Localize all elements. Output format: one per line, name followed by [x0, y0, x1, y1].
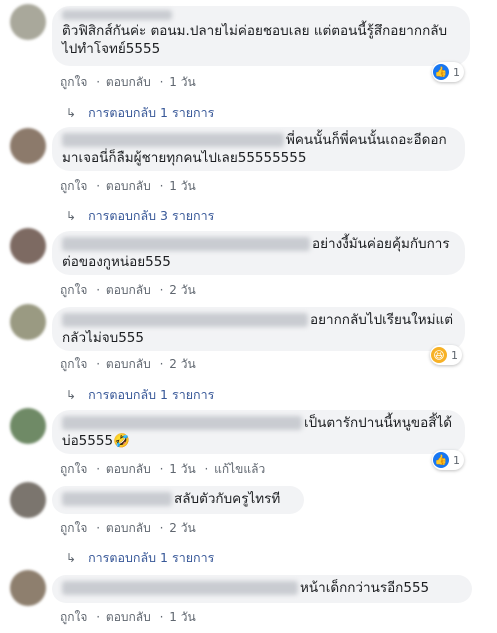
view-replies-link[interactable]: ↳ การตอบกลับ 1 รายการ: [66, 103, 214, 123]
commenter-name[interactable]: [62, 133, 284, 147]
separator: ·: [159, 521, 164, 535]
comment-bubble: หน้าเด็กกว่านรอีก555: [52, 575, 472, 603]
commenter-name[interactable]: [62, 581, 298, 595]
comment-text: อย่างงี้มันค่อยคุ้มกับการต่อของกูหน่อย55…: [62, 236, 450, 270]
avatar[interactable]: [10, 128, 46, 164]
reply-button[interactable]: ตอบกลับ: [106, 75, 151, 89]
comment-text: หน้าเด็กกว่านรอีก555: [62, 579, 460, 597]
avatar[interactable]: [10, 4, 46, 40]
separator: ·: [96, 610, 101, 624]
like-button[interactable]: ถูกใจ: [60, 179, 87, 193]
comment-text: ติวฟิสิกส์กันค่ะ ตอนม.ปลายไม่ค่อยชอบเลย …: [62, 23, 448, 57]
comment-actions: ถูกใจ · ตอบกลับ · 1 วัน: [60, 177, 199, 196]
separator: ·: [159, 283, 164, 297]
commenter-name[interactable]: [62, 237, 310, 251]
reply-button[interactable]: ตอบกลับ: [106, 462, 151, 476]
reply-button[interactable]: ตอบกลับ: [106, 521, 151, 535]
reply-arrow-icon: ↳: [66, 209, 77, 223]
reply-arrow-icon: ↳: [66, 388, 77, 402]
comment-bubble: เป็นตารักปานนี้หนูขอสิ้ได้บ่อ5555🤣: [52, 410, 465, 454]
comment-bubble: อย่างงี้มันค่อยคุ้มกับการต่อของกูหน่อย55…: [52, 231, 465, 275]
reaction-badge[interactable]: 👍 1: [432, 450, 464, 470]
view-replies-link[interactable]: ↳ การตอบกลับ 3 รายการ: [66, 206, 214, 226]
timestamp[interactable]: 1 วัน: [169, 462, 195, 476]
comment-bubble: สลับตัวกับครูไทรที: [52, 486, 304, 514]
commenter-name[interactable]: [62, 492, 172, 506]
avatar[interactable]: [10, 408, 46, 444]
reaction-count: 1: [453, 65, 460, 79]
like-reaction-icon: 👍: [433, 64, 449, 80]
reply-button[interactable]: ตอบกลับ: [106, 283, 151, 297]
comment-bubble: อยากกลับไปเรียนใหม่แต่กลัวไม่จบ555: [52, 307, 465, 351]
comment-actions: ถูกใจ · ตอบกลับ · 2 วัน: [60, 519, 199, 538]
like-button[interactable]: ถูกใจ: [60, 462, 87, 476]
avatar[interactable]: [10, 570, 46, 606]
separator: ·: [96, 521, 101, 535]
separator: ·: [96, 357, 101, 371]
like-button[interactable]: ถูกใจ: [60, 610, 87, 624]
timestamp[interactable]: 2 วัน: [169, 521, 195, 535]
commenter-name[interactable]: [62, 313, 308, 327]
timestamp[interactable]: 2 วัน: [169, 357, 195, 371]
separator: ·: [159, 610, 164, 624]
edited-label[interactable]: แก้ไขแล้ว: [214, 462, 265, 476]
comment-bubble: ติวฟิสิกส์กันค่ะ ตอนม.ปลายไม่ค่อยชอบเลย …: [52, 6, 470, 66]
separator: ·: [96, 283, 101, 297]
view-replies-link[interactable]: ↳ การตอบกลับ 1 รายการ: [66, 385, 214, 405]
reaction-count: 1: [453, 453, 460, 467]
comment-text: สลับตัวกับครูไทรที: [62, 490, 292, 508]
comment-text: เป็นตารักปานนี้หนูขอสิ้ได้บ่อ5555🤣: [62, 415, 453, 449]
replies-count-label: การตอบกลับ 1 รายการ: [88, 105, 215, 120]
separator: ·: [96, 75, 101, 89]
like-button[interactable]: ถูกใจ: [60, 75, 87, 89]
timestamp[interactable]: 1 วัน: [169, 179, 195, 193]
comment-actions: ถูกใจ · ตอบกลับ · 2 วัน: [60, 355, 199, 374]
comment-actions: ถูกใจ · ตอบกลับ · 1 วัน: [60, 608, 199, 627]
reply-arrow-icon: ↳: [66, 551, 77, 565]
reply-arrow-icon: ↳: [66, 106, 77, 120]
separator: ·: [159, 462, 164, 476]
commenter-name[interactable]: [62, 416, 302, 430]
haha-reaction-icon: 😆: [431, 347, 447, 363]
comment-actions: ถูกใจ · ตอบกลับ · 1 วัน · แก้ไขแล้ว: [60, 460, 268, 479]
like-reaction-icon: 👍: [433, 452, 449, 468]
comment-actions: ถูกใจ · ตอบกลับ · 1 วัน: [60, 73, 199, 92]
reply-button[interactable]: ตอบกลับ: [106, 610, 151, 624]
comment-text: อยากกลับไปเรียนใหม่แต่กลัวไม่จบ555: [62, 312, 454, 346]
separator: ·: [96, 179, 101, 193]
separator: ·: [159, 75, 164, 89]
avatar[interactable]: [10, 228, 46, 264]
commenter-name[interactable]: [62, 10, 172, 20]
separator: ·: [159, 357, 164, 371]
like-button[interactable]: ถูกใจ: [60, 357, 87, 371]
view-replies-link[interactable]: ↳ การตอบกลับ 1 รายการ: [66, 548, 214, 568]
reaction-badge[interactable]: 👍 1: [432, 62, 464, 82]
like-button[interactable]: ถูกใจ: [60, 283, 87, 297]
replies-count-label: การตอบกลับ 1 รายการ: [88, 387, 215, 402]
separator: ·: [204, 462, 209, 476]
reply-button[interactable]: ตอบกลับ: [106, 357, 151, 371]
avatar[interactable]: [10, 482, 46, 518]
comment-bubble: พี่คนนั้นก็พี่คนนั้นเถอะอีดอกมาเจอนี่ก็ล…: [52, 127, 465, 171]
timestamp[interactable]: 2 วัน: [169, 283, 195, 297]
timestamp[interactable]: 1 วัน: [169, 610, 195, 624]
replies-count-label: การตอบกลับ 1 รายการ: [88, 550, 215, 565]
reaction-badge[interactable]: 😆 1: [430, 345, 462, 365]
reaction-count: 1: [451, 348, 458, 362]
reply-button[interactable]: ตอบกลับ: [106, 179, 151, 193]
separator: ·: [96, 462, 101, 476]
separator: ·: [159, 179, 164, 193]
like-button[interactable]: ถูกใจ: [60, 521, 87, 535]
timestamp[interactable]: 1 วัน: [169, 75, 195, 89]
comment-actions: ถูกใจ · ตอบกลับ · 2 วัน: [60, 281, 199, 300]
comment-text: พี่คนนั้นก็พี่คนนั้นเถอะอีดอกมาเจอนี่ก็ล…: [62, 132, 447, 166]
avatar[interactable]: [10, 304, 46, 340]
replies-count-label: การตอบกลับ 3 รายการ: [88, 208, 215, 223]
